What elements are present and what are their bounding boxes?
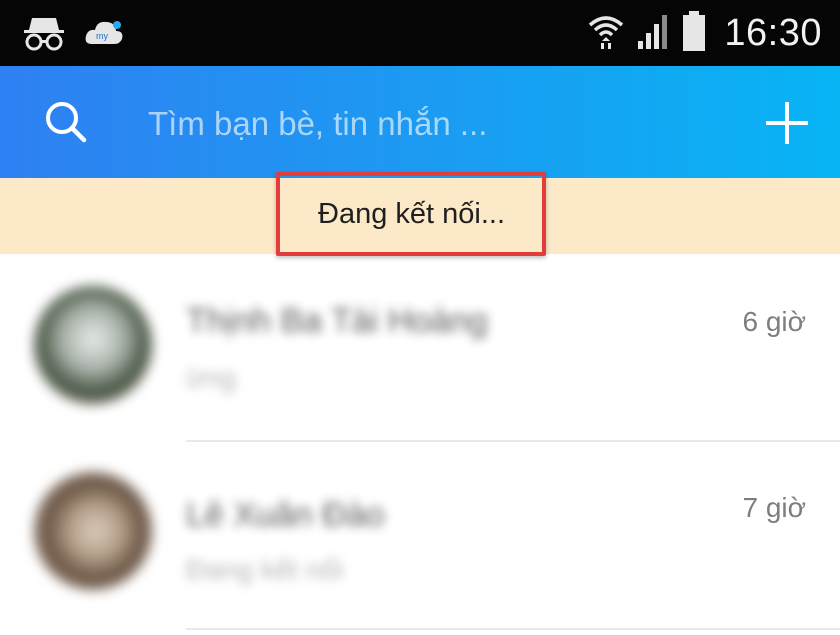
wifi-icon (586, 11, 626, 56)
conversation-preview: ừng (186, 362, 236, 393)
status-left-icons: my (22, 14, 124, 57)
conversation-row[interactable]: Thịnh Ba Tài Hoàng ừng 6 giờ (0, 256, 840, 442)
search-input[interactable] (146, 96, 710, 152)
conversation-time: 7 giờ (742, 492, 806, 523)
conversation-preview: Đang kết nối (186, 554, 344, 585)
row-divider (186, 628, 840, 630)
highlight-box (276, 172, 546, 256)
avatar (34, 472, 152, 590)
svg-text:my: my (96, 31, 108, 41)
incognito-icon (22, 14, 66, 57)
conversation-name: Lê Xuân Đào (186, 496, 385, 534)
conversation-row[interactable]: Lê Xuân Đào Đang kết nối 7 giờ (0, 442, 840, 630)
cell-signal-icon (636, 11, 672, 56)
conversation-name: Thịnh Ba Tài Hoàng (186, 302, 488, 340)
battery-icon (682, 10, 706, 57)
my-cloud-icon: my (84, 16, 124, 55)
plus-icon (760, 102, 814, 154)
avatar (34, 286, 152, 404)
search-button[interactable] (40, 96, 94, 150)
header-bar (0, 66, 840, 178)
conversation-time: 6 giờ (742, 306, 806, 337)
status-bar: my 16:30 (0, 0, 840, 66)
status-right-icons: 16:30 (586, 10, 822, 57)
search-icon (40, 102, 94, 154)
status-clock: 16:30 (724, 12, 822, 54)
add-button[interactable] (760, 96, 814, 150)
